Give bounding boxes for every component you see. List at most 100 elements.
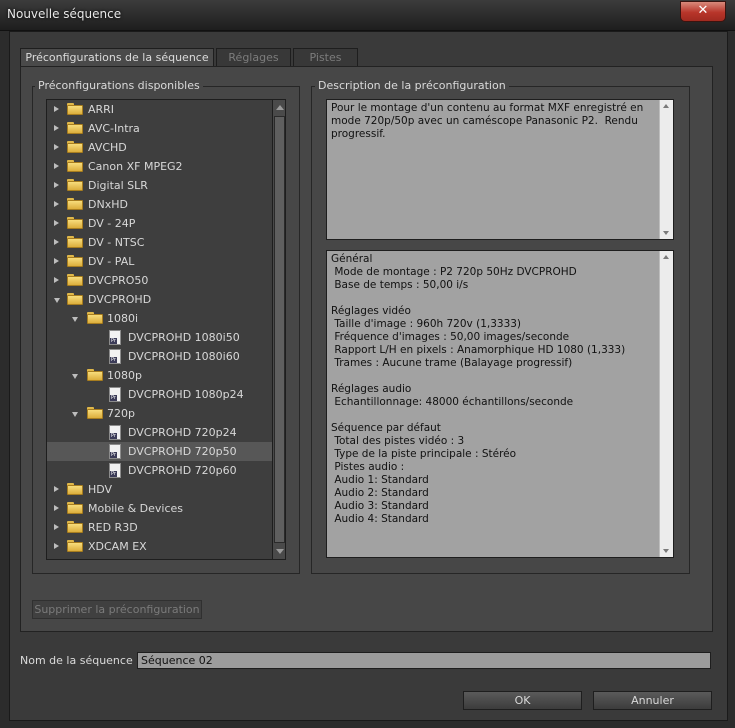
chevron-right-icon[interactable] <box>54 524 59 530</box>
description-text: Pour le montage d'un contenu au format M… <box>331 102 647 140</box>
details-line: Base de temps : 50,00 i/s <box>331 279 469 291</box>
window-title: Nouvelle séquence <box>7 7 122 21</box>
tree-item-label: 1080p <box>107 369 142 382</box>
tree-preset[interactable]: Pr DVCPROHD 720p24 <box>47 423 273 442</box>
details-scrollbar[interactable] <box>659 251 673 557</box>
chevron-right-icon[interactable] <box>54 182 59 188</box>
close-button[interactable]: ✕ <box>680 1 726 22</box>
tree-scrollbar[interactable] <box>272 100 285 559</box>
tree-folder[interactable]: XDCAM EX <box>47 537 273 556</box>
sequence-name-input[interactable] <box>137 652 711 669</box>
folder-icon <box>67 274 83 286</box>
preset-file-icon: Pr <box>109 330 121 345</box>
tree-folder[interactable]: Digital SLR <box>47 176 273 195</box>
tree-folder[interactable]: Mobile & Devices <box>47 499 273 518</box>
cancel-button[interactable]: Annuler <box>593 691 712 710</box>
tree-folder[interactable]: DV - PAL <box>47 252 273 271</box>
scroll-down-icon[interactable] <box>663 549 669 553</box>
description-textbox[interactable]: Pour le montage d'un contenu au format M… <box>326 99 674 240</box>
tree-item-label: 720p <box>107 407 135 420</box>
tree-folder[interactable]: AVCHD <box>47 138 273 157</box>
tree-item-label: DVCPROHD 1080p24 <box>128 388 244 401</box>
folder-icon <box>67 293 83 305</box>
details-line: Fréquence d'images : 50,00 images/second… <box>331 331 570 343</box>
tree-item-label: DVCPROHD 720p50 <box>128 445 237 458</box>
tree-preset[interactable]: Pr DVCPROHD 1080i50 <box>47 328 273 347</box>
chevron-right-icon[interactable] <box>54 163 59 169</box>
details-line: Taille d'image : 960h 720v (1,3333) <box>331 318 522 330</box>
scroll-up-icon[interactable] <box>663 255 669 259</box>
details-line: Audio 1: Standard <box>331 474 429 486</box>
tree-folder[interactable]: HDV <box>47 480 273 499</box>
details-line <box>331 409 657 422</box>
chevron-down-icon[interactable] <box>72 412 78 417</box>
tree-item-label: AVC-Intra <box>88 122 140 135</box>
tree-folder[interactable]: 1080i <box>47 309 273 328</box>
tree-folder[interactable]: AVC-Intra <box>47 119 273 138</box>
chevron-right-icon[interactable] <box>54 220 59 226</box>
chevron-right-icon[interactable] <box>54 106 59 112</box>
chevron-right-icon[interactable] <box>54 239 59 245</box>
tree-folder[interactable]: DVCPRO50 <box>47 271 273 290</box>
scroll-down-icon[interactable] <box>663 231 669 235</box>
tree-item-label: RED R3D <box>88 521 138 534</box>
tree-preset[interactable]: Pr DVCPROHD 720p50 <box>47 442 273 461</box>
tree-folder[interactable]: DVCPROHD <box>47 290 273 309</box>
tree-folder[interactable]: 720p <box>47 404 273 423</box>
tree-item-label: DV - 24P <box>88 217 136 230</box>
details-textbox[interactable]: Général Mode de montage : P2 720p 50Hz D… <box>326 250 674 558</box>
tree-folder[interactable]: DV - 24P <box>47 214 273 233</box>
chevron-right-icon[interactable] <box>54 144 59 150</box>
ok-button[interactable]: OK <box>463 691 582 710</box>
tree-item-label: AVCHD <box>88 141 127 154</box>
folder-icon <box>67 483 83 495</box>
scroll-up-icon[interactable] <box>663 104 669 108</box>
preset-file-icon: Pr <box>109 463 121 478</box>
tree-folder[interactable]: Canon XF MPEG2 <box>47 157 273 176</box>
folder-icon <box>67 236 83 248</box>
title-bar: Nouvelle séquence ✕ <box>0 0 735 31</box>
tree-item-label: Canon XF MPEG2 <box>88 160 183 173</box>
tree-folder[interactable]: RED R3D <box>47 518 273 537</box>
preset-file-icon: Pr <box>109 387 121 402</box>
tree-preset[interactable]: Pr DVCPROHD 1080p24 <box>47 385 273 404</box>
chevron-right-icon[interactable] <box>54 277 59 283</box>
chevron-right-icon[interactable] <box>54 505 59 511</box>
chevron-right-icon[interactable] <box>54 201 59 207</box>
folder-icon <box>87 369 103 381</box>
chevron-down-icon[interactable] <box>54 298 60 303</box>
delete-preset-label: Supprimer la préconfiguration <box>34 603 200 616</box>
chevron-down-icon[interactable] <box>72 317 78 322</box>
tree-folder[interactable]: 1080p <box>47 366 273 385</box>
scroll-thumb[interactable] <box>274 116 285 543</box>
scroll-up-icon[interactable] <box>276 105 284 110</box>
tree-item-label: ARRI <box>88 103 115 116</box>
description-scrollbar[interactable] <box>659 100 673 239</box>
details-line: Audio 3: Standard <box>331 500 429 512</box>
tree-item-label: DVCPROHD 720p24 <box>128 426 237 439</box>
tab-tracks[interactable]: Pistes <box>293 48 358 67</box>
scroll-down-icon[interactable] <box>276 549 284 554</box>
details-line: Général <box>331 253 373 265</box>
tree-item-label: DVCPROHD 1080i60 <box>128 350 240 363</box>
folder-icon <box>67 122 83 134</box>
chevron-right-icon[interactable] <box>54 543 59 549</box>
presets-tree[interactable]: ARRI AVC-Intra AVCHD Canon XF MPEG2 Digital … <box>46 99 286 560</box>
tab-settings[interactable]: Réglages <box>216 48 291 67</box>
tree-folder[interactable]: ARRI <box>47 100 273 119</box>
tree-preset[interactable]: Pr DVCPROHD 1080i60 <box>47 347 273 366</box>
tree-preset[interactable]: Pr DVCPROHD 720p60 <box>47 461 273 480</box>
chevron-right-icon[interactable] <box>54 258 59 264</box>
tab-sequence-presets[interactable]: Préconfigurations de la séquence <box>20 48 214 68</box>
chevron-right-icon[interactable] <box>54 125 59 131</box>
details-line <box>331 370 657 383</box>
tab-label: Préconfigurations de la séquence <box>25 51 209 64</box>
folder-icon <box>67 502 83 514</box>
tree-folder[interactable]: DV - NTSC <box>47 233 273 252</box>
chevron-down-icon[interactable] <box>72 374 78 379</box>
details-line: Audio 2: Standard <box>331 487 429 499</box>
chevron-right-icon[interactable] <box>54 486 59 492</box>
tree-folder[interactable]: DNxHD <box>47 195 273 214</box>
delete-preset-button[interactable]: Supprimer la préconfiguration <box>32 600 202 619</box>
folder-icon <box>67 521 83 533</box>
